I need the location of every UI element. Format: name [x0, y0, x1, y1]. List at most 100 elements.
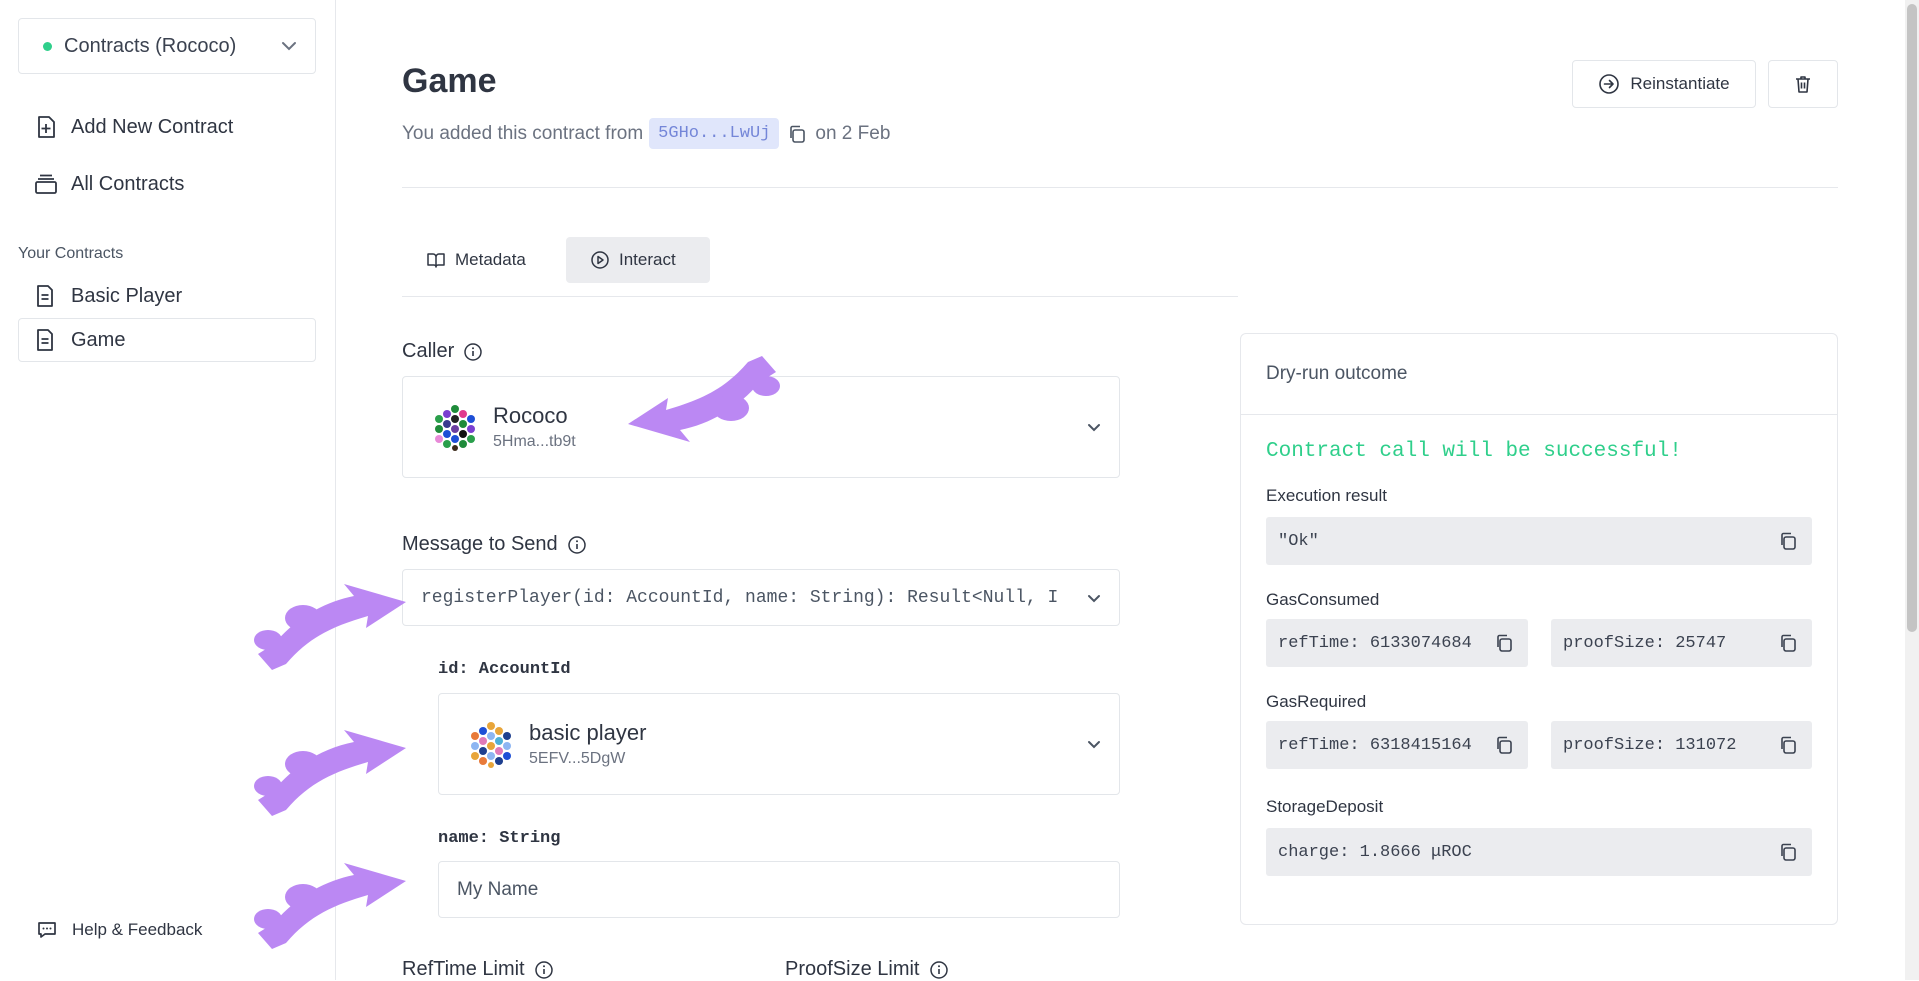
reftime-limit-label: RefTime Limit	[402, 958, 554, 981]
chevron-down-icon	[282, 42, 296, 51]
network-label: Contracts (Rococo)	[64, 34, 237, 57]
added-suffix: on 2 Feb	[815, 122, 891, 144]
param-id-account-address: 5EFV...5DgW	[529, 750, 626, 767]
status-dot	[43, 41, 52, 51]
message-label: Message to Send	[402, 533, 587, 556]
caller-account: Rococo 5Hma...tb9t	[493, 403, 576, 451]
gas-required-reftime-box: refTime: 6318415164	[1266, 721, 1528, 769]
param-id-label: id: AccountId	[438, 660, 571, 679]
tab-metadata-label: Metadata	[455, 250, 526, 269]
annotation-arrow-id-param	[254, 730, 406, 816]
execution-result-box: "Ok"	[1266, 517, 1812, 565]
param-name-input[interactable]	[438, 861, 1120, 918]
param-name-label: name: String	[438, 829, 561, 848]
book-open-icon	[427, 253, 445, 268]
copy-icon[interactable]	[787, 124, 807, 144]
help-feedback-label: Help & Feedback	[72, 920, 203, 939]
chevron-down-icon	[1088, 741, 1100, 749]
gas-consumed-reftime-box: refTime: 6133074684	[1266, 619, 1528, 667]
reinstantiate-button[interactable]: Reinstantiate	[1572, 60, 1756, 108]
annotation-arrow-caller	[628, 356, 780, 442]
message-label-text: Message to Send	[402, 533, 558, 555]
tab-interact[interactable]: Interact	[566, 237, 710, 283]
tab-interact-label: Interact	[619, 250, 676, 269]
proofsize-limit-text: ProofSize Limit	[785, 958, 920, 980]
annotation-arrow-name-param	[254, 863, 406, 949]
info-icon[interactable]	[929, 960, 949, 980]
param-id-account-name: basic player	[529, 720, 647, 745]
delete-button[interactable]	[1768, 60, 1838, 108]
tabs-underline	[402, 296, 1238, 297]
message-selected-value: registerPlayer(id: AccountId, name: Stri…	[421, 587, 1059, 608]
all-contracts-label: All Contracts	[71, 172, 185, 195]
annotation-arrow-message	[254, 584, 406, 670]
identicon-avatar	[435, 405, 475, 451]
copy-icon[interactable]	[1494, 735, 1514, 755]
add-new-contract-label: Add New Contract	[71, 115, 234, 138]
identicon-avatar	[471, 722, 511, 768]
file-plus-icon	[38, 116, 55, 138]
gas-consumed-proofsize-box: proofSize: 25747	[1551, 619, 1812, 667]
dry-run-title: Dry-run outcome	[1241, 334, 1837, 415]
param-id-account: basic player 5EFV...5DgW	[529, 720, 646, 768]
reftime-limit-text: RefTime Limit	[402, 958, 525, 980]
chat-bubble-icon	[38, 922, 56, 938]
dry-run-status: Contract call will be successful!	[1266, 440, 1682, 463]
page-title: Game	[402, 62, 497, 100]
dry-run-panel: Dry-run outcome Contract call will be su…	[1240, 333, 1838, 925]
gas-consumed-label: GasConsumed	[1266, 590, 1380, 609]
chevron-down-icon	[1088, 594, 1100, 602]
vertical-scrollbar[interactable]	[1905, 0, 1919, 980]
gas-required-proofsize-box: proofSize: 131072	[1551, 721, 1812, 769]
your-contracts-heading: Your Contracts	[18, 245, 124, 262]
gas-consumed-reftime: refTime: 6133074684	[1278, 633, 1472, 653]
trash-icon	[1796, 76, 1810, 93]
reinstantiate-label: Reinstantiate	[1630, 74, 1730, 93]
contract-origin-line: You added this contract from 5GHo...LwUj…	[402, 118, 890, 149]
gas-consumed-proofsize: proofSize: 25747	[1563, 633, 1727, 653]
help-feedback-link[interactable]: Help & Feedback	[36, 919, 202, 941]
copy-icon[interactable]	[1778, 633, 1798, 653]
chevron-down-icon	[1088, 424, 1100, 432]
copy-icon[interactable]	[1778, 842, 1798, 862]
param-id-select[interactable]: basic player 5EFV...5DgW	[438, 693, 1120, 795]
play-circle-icon	[591, 251, 609, 269]
caller-account-address: 5Hma...tb9t	[493, 433, 576, 450]
info-icon[interactable]	[463, 342, 483, 362]
gas-required-reftime: refTime: 6318415164	[1278, 735, 1472, 755]
arrow-circle-right-icon	[1599, 74, 1620, 94]
added-prefix: You added this contract from	[402, 122, 644, 144]
storage-deposit-box: charge: 1.8666 μROC	[1266, 828, 1812, 876]
sidebar: Contracts (Rococo) Add New Contract All …	[0, 0, 336, 980]
stack-icon	[35, 174, 57, 194]
contract-address-chip: 5GHo...LwUj	[649, 118, 780, 149]
scrollbar-thumb[interactable]	[1907, 4, 1917, 632]
gas-required-proofsize: proofSize: 131072	[1563, 735, 1737, 755]
sidebar-item-label: Basic Player	[71, 284, 183, 307]
sidebar-item-basic-player[interactable]: Basic Player	[18, 274, 316, 318]
gas-required-label: GasRequired	[1266, 692, 1367, 711]
tab-metadata[interactable]: Metadata	[402, 237, 550, 283]
proofsize-limit-label: ProofSize Limit	[785, 958, 949, 981]
sidebar-item-label: Game	[71, 328, 126, 351]
caller-account-name: Rococo	[493, 403, 568, 428]
storage-deposit-label: StorageDeposit	[1266, 797, 1384, 816]
document-icon	[37, 329, 53, 351]
copy-icon[interactable]	[1494, 633, 1514, 653]
add-new-contract-link[interactable]: Add New Contract	[33, 114, 233, 140]
all-contracts-link[interactable]: All Contracts	[33, 171, 184, 197]
storage-deposit-value: charge: 1.8666 μROC	[1278, 842, 1472, 862]
header-divider	[402, 187, 1838, 188]
sidebar-item-game[interactable]: Game	[18, 318, 316, 362]
copy-icon[interactable]	[1778, 531, 1798, 551]
document-icon	[37, 285, 53, 307]
info-icon[interactable]	[567, 535, 587, 555]
message-select[interactable]: registerPlayer(id: AccountId, name: Stri…	[402, 569, 1120, 626]
network-selector[interactable]: Contracts (Rococo)	[18, 18, 316, 74]
execution-result-value: "Ok"	[1278, 531, 1319, 551]
caller-label: Caller	[402, 340, 483, 363]
execution-result-label: Execution result	[1266, 486, 1387, 505]
info-icon[interactable]	[534, 960, 554, 980]
copy-icon[interactable]	[1778, 735, 1798, 755]
caller-label-text: Caller	[402, 340, 455, 362]
